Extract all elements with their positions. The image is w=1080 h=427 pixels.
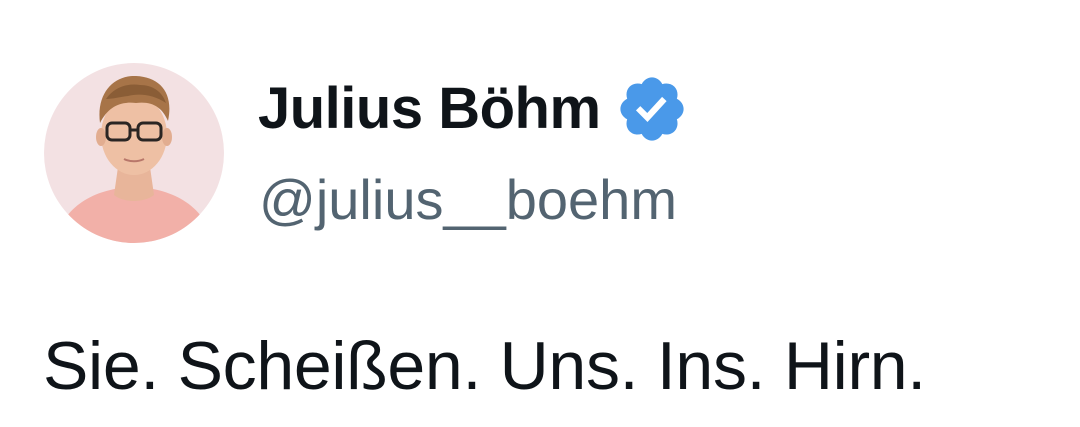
verified-badge-icon[interactable] [615, 72, 689, 146]
tweet-card: Julius Böhm @julius__boehm Sie. Scheißen… [0, 0, 1080, 427]
author-handle[interactable]: @julius__boehm [259, 165, 677, 235]
avatar-image [44, 63, 224, 243]
avatar[interactable] [44, 63, 224, 243]
author-display-name[interactable]: Julius Böhm [258, 74, 601, 144]
tweet-text: Sie. Scheißen. Uns. Ins. Hirn. [43, 328, 926, 404]
author-name-row: Julius Böhm [258, 74, 689, 144]
